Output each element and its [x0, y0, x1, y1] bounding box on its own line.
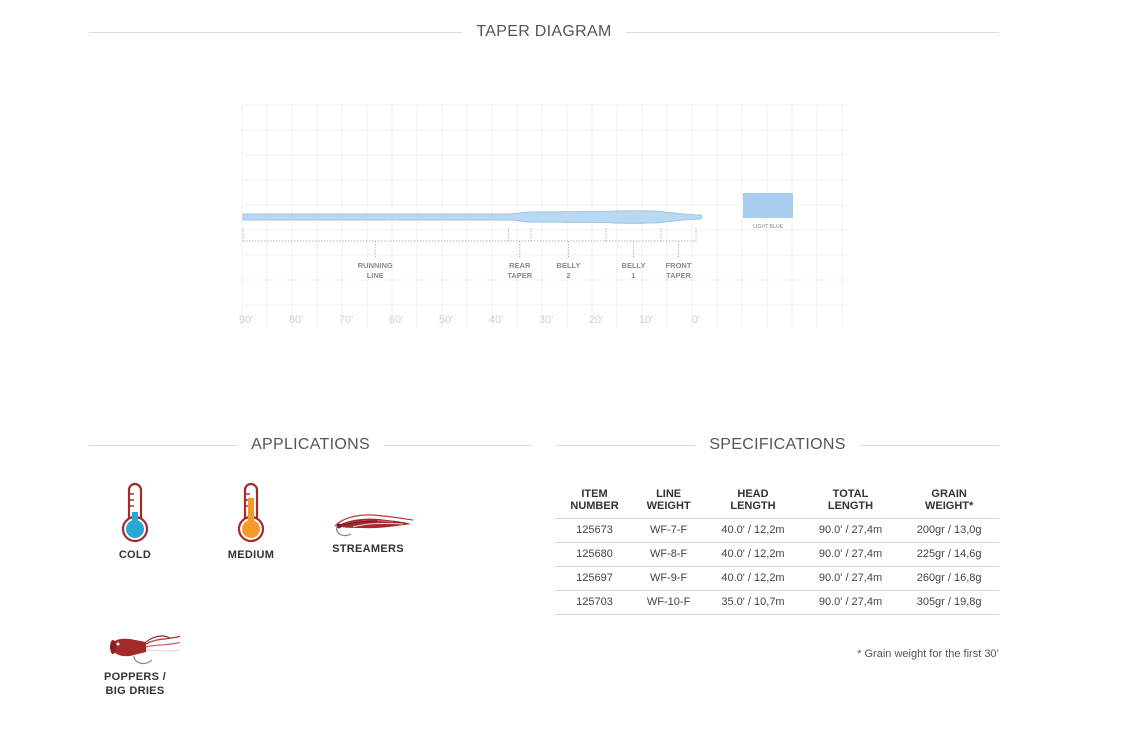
table-cell: 225gr / 14,6g [899, 542, 999, 567]
section-label: REAR [509, 261, 531, 270]
axis-tick-label: 80' [289, 314, 303, 326]
table-cell: 40.0' / 12,2m [704, 542, 802, 567]
specifications-table: ITEM NUMBER LINE WEIGHT HEAD LENGTH TOTAL LE… [556, 486, 999, 615]
axis-tick-label: 70' [339, 314, 353, 326]
axis-tick-label: 60' [389, 314, 403, 326]
table-cell: 90.0' / 27,4m [801, 590, 900, 615]
section-label: LINE [367, 271, 384, 280]
table-cell: 125697 [556, 566, 634, 591]
application-streamers: STREAMERS [313, 482, 423, 556]
table-row: 125697 WF-9-F 40.0' / 12,2m 90.0' / 27,4… [556, 566, 999, 591]
table-cell: 260gr / 16,8g [899, 566, 999, 591]
section-label: 2 [566, 271, 570, 280]
table-cell: 35.0' / 10,7m [704, 590, 802, 615]
application-cold: COLD [80, 482, 190, 562]
table-cell: 200gr / 13,0g [899, 518, 999, 543]
table-cell: 125673 [556, 518, 634, 543]
application-poppers: POPPERS / BIG DRIES [80, 630, 190, 698]
column-header: ITEM NUMBER [556, 486, 634, 519]
table-cell: 40.0' / 12,2m [704, 518, 802, 543]
table-row: 125673 WF-7-F 40.0' / 12,2m 90.0' / 27,4… [556, 518, 999, 543]
table-cell: WF-9-F [633, 566, 705, 591]
table-cell: 125680 [556, 542, 634, 567]
length-axis: 90' 80' 70' 60' 50' 40' 30' 20' 10' 0' [239, 314, 700, 326]
axis-tick-label: 30' [539, 314, 553, 326]
streamer-fly-icon [334, 514, 413, 537]
table-cell: 125703 [556, 590, 634, 615]
table-cell: WF-8-F [633, 542, 705, 567]
application-label: MEDIUM [227, 549, 275, 561]
popper-fly-icon [110, 635, 180, 665]
fly-line-profile [242, 210, 703, 224]
axis-tick-label: 90' [239, 314, 253, 326]
axis-tick-label: 0' [692, 314, 700, 326]
section-label: RUNNING [358, 261, 393, 270]
color-swatch [743, 193, 793, 218]
section-label: TAPER [666, 271, 691, 280]
table-cell: 90.0' / 27,4m [801, 542, 900, 567]
table-cell: 90.0' / 27,4m [801, 518, 900, 543]
column-header: TOTAL LENGTH [801, 486, 900, 519]
application-label-lines: POPPERS / BIG DRIES [80, 670, 190, 698]
table-row: 125703 WF-10-F 35.0' / 10,7m 90.0' / 27,… [556, 590, 999, 615]
application-label: POPPERS / [104, 671, 166, 683]
table-cell: WF-10-F [633, 590, 705, 615]
table-row: 125680 WF-8-F 40.0' / 12,2m 90.0' / 27,4… [556, 542, 999, 567]
axis-tick-label: 50' [439, 314, 453, 326]
axis-tick-label: 20' [589, 314, 603, 326]
section-label: FRONT [666, 261, 692, 270]
application-medium: MEDIUM [196, 482, 306, 562]
application-label: COLD [118, 549, 152, 561]
application-label: STREAMERS [332, 543, 404, 555]
table-header-row: ITEM NUMBER LINE WEIGHT HEAD LENGTH TOTAL LE… [556, 486, 999, 519]
section-label: 1 [631, 271, 635, 280]
medium-thermometer-icon [237, 482, 265, 543]
application-label: BIG DRIES [105, 685, 165, 697]
section-label: BELLY [557, 261, 581, 270]
column-header: LINE WEIGHT [633, 486, 705, 519]
table-cell: 90.0' / 27,4m [801, 566, 900, 591]
column-header: GRAIN WEIGHT* [899, 486, 999, 519]
cold-thermometer-icon [121, 482, 149, 543]
table-cell: WF-7-F [633, 518, 705, 543]
axis-tick-label: 40' [489, 314, 503, 326]
axis-tick-label: 10' [639, 314, 653, 326]
section-label: BELLY [622, 261, 646, 270]
table-cell: 40.0' / 12,2m [704, 566, 802, 591]
table-cell: 305gr / 19,8g [899, 590, 999, 615]
column-header: HEAD LENGTH [704, 486, 802, 519]
section-label: TAPER [507, 271, 532, 280]
grain-weight-footnote: * Grain weight for the first 30’ [857, 648, 999, 660]
color-swatch-label: LIGHT BLUE [753, 224, 784, 230]
